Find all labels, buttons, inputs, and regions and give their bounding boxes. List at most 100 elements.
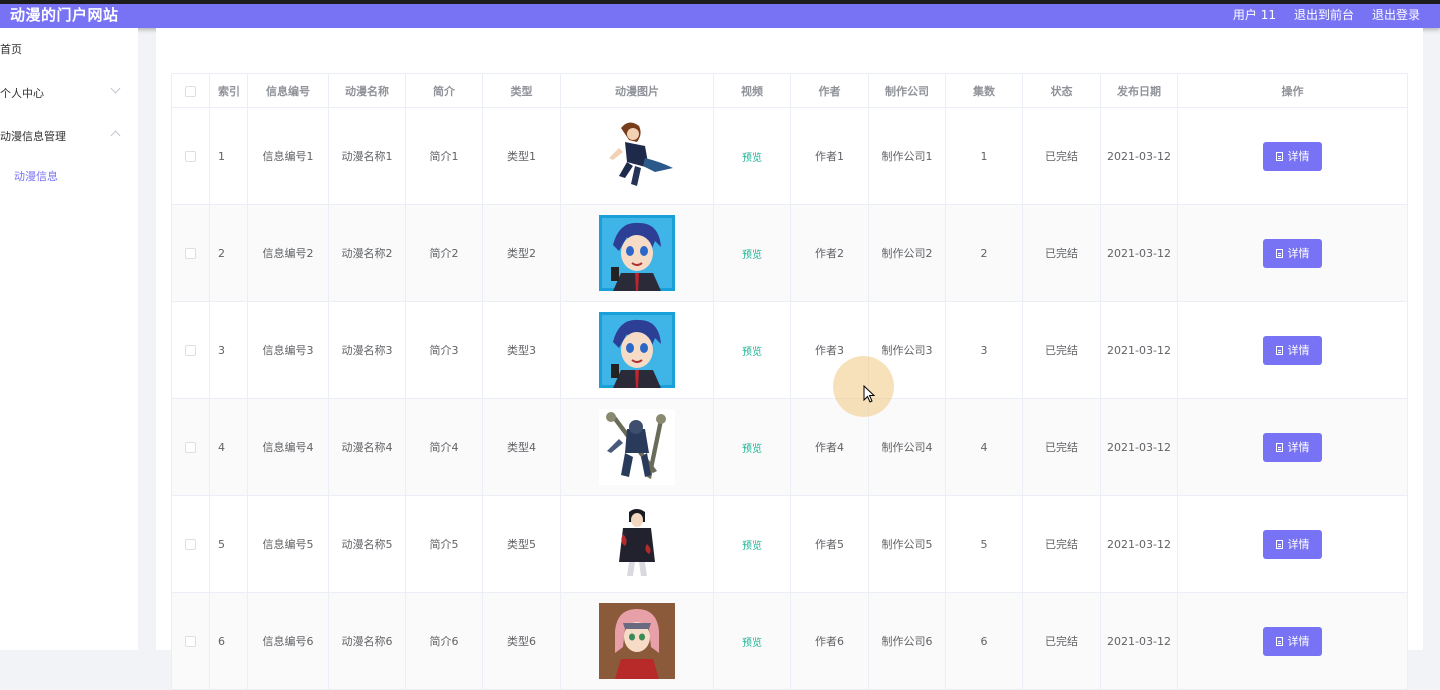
table-header-row: 索引 信息编号 动漫名称 简介 类型 动漫图片 视频 作者 制作公司 集数 状态… [171, 73, 1408, 108]
col-header-video: 视频 [713, 73, 791, 108]
detail-button[interactable]: 详情 [1263, 141, 1322, 171]
row-select-cell [171, 398, 210, 496]
cell-status: 已完结 [1022, 107, 1101, 205]
chevron-up-icon [110, 130, 121, 141]
cell-name: 动漫名称2 [328, 204, 406, 302]
cell-action: 详情 [1177, 398, 1408, 496]
cell-video: 预览 [713, 204, 791, 302]
cell-image [560, 107, 714, 205]
cell-intro: 简介3 [405, 301, 483, 399]
sidebar-item-personal[interactable]: 个人中心 [0, 83, 121, 101]
cell-episodes: 4 [945, 398, 1023, 496]
cell-index: 6 [209, 592, 248, 690]
table-row: 6 信息编号6 动漫名称6 简介6 类型6 预览 作者6 制作公司6 6 已完结… [171, 592, 1408, 690]
table-row: 4 信息编号4 动漫名称4 简介4 类型4 预览 作者4 制作公司4 4 已完结… [171, 398, 1408, 496]
cell-index: 4 [209, 398, 248, 496]
table-row: 1 信息编号1 动漫名称1 简介1 类型1 预览 作者1 制作公司1 1 已完结… [171, 107, 1408, 205]
document-icon [1275, 442, 1283, 452]
detail-button[interactable]: 详情 [1263, 626, 1322, 656]
cell-video: 预览 [713, 398, 791, 496]
anime-character-woman-icon[interactable] [599, 118, 675, 194]
detail-button[interactable]: 详情 [1263, 335, 1322, 365]
cell-image [560, 204, 714, 302]
cell-author: 作者5 [790, 495, 869, 593]
cell-author: 作者2 [790, 204, 869, 302]
cell-image [560, 301, 714, 399]
cell-company: 制作公司2 [868, 204, 946, 302]
video-preview-link[interactable]: 预览 [742, 250, 762, 261]
current-user: 用户 11 [1232, 8, 1276, 22]
cell-video: 预览 [713, 495, 791, 593]
cell-index: 3 [209, 301, 248, 399]
anime-boy-card-icon[interactable] [599, 312, 675, 388]
cell-author: 作者6 [790, 592, 869, 690]
row-select-cell [171, 495, 210, 593]
row-checkbox[interactable] [185, 442, 196, 453]
video-preview-link[interactable]: 预览 [742, 541, 762, 552]
sidebar-item-label: 首页 [0, 43, 22, 56]
pink-hair-girl-icon[interactable] [599, 603, 675, 679]
cloaked-ninja-icon[interactable] [599, 506, 675, 582]
cell-date: 2021-03-12 [1100, 301, 1178, 399]
sidebar-item-label: 动漫信息管理 [0, 130, 66, 143]
cell-type: 类型5 [482, 495, 561, 593]
row-checkbox[interactable] [185, 151, 196, 162]
col-header-code: 信息编号 [247, 73, 329, 108]
detail-button[interactable]: 详情 [1263, 238, 1322, 268]
site-title: 动漫的门户网站 [10, 6, 119, 24]
video-preview-link[interactable]: 预览 [742, 444, 762, 455]
cell-company: 制作公司4 [868, 398, 946, 496]
exit-to-front-link[interactable]: 退出到前台 [1294, 4, 1354, 26]
row-checkbox[interactable] [185, 345, 196, 356]
document-icon [1275, 539, 1283, 549]
cell-intro: 简介6 [405, 592, 483, 690]
row-checkbox[interactable] [185, 248, 196, 259]
cell-date: 2021-03-12 [1100, 592, 1178, 690]
col-header-company: 制作公司 [868, 73, 946, 108]
anime-boy-card-icon[interactable] [599, 215, 675, 291]
cell-date: 2021-03-12 [1100, 107, 1178, 205]
cell-index: 2 [209, 204, 248, 302]
cell-status: 已完结 [1022, 495, 1101, 593]
cell-video: 预览 [713, 301, 791, 399]
cell-intro: 简介5 [405, 495, 483, 593]
sidebar: 首页 个人中心 动漫信息管理 动漫信息 [0, 28, 138, 650]
select-all-cell [171, 73, 210, 108]
cell-name: 动漫名称6 [328, 592, 406, 690]
top-actions: 用户 11 退出到前台 退出登录 [1233, 4, 1420, 26]
select-all-checkbox[interactable] [185, 85, 196, 97]
cell-code: 信息编号2 [247, 204, 329, 302]
detail-button-label: 详情 [1287, 344, 1310, 357]
detail-button-label: 详情 [1287, 538, 1310, 551]
document-icon [1275, 248, 1283, 258]
cell-status: 已完结 [1022, 592, 1101, 690]
sidebar-item-anime-info[interactable]: 动漫信息 [14, 168, 58, 184]
cell-type: 类型3 [482, 301, 561, 399]
document-icon [1275, 345, 1283, 355]
table-row: 2 信息编号2 动漫名称2 简介2 类型2 预览 作者2 制作公司2 2 已完结… [171, 204, 1408, 302]
cell-name: 动漫名称4 [328, 398, 406, 496]
video-preview-link[interactable]: 预览 [742, 153, 762, 164]
col-header-date: 发布日期 [1100, 73, 1178, 108]
video-preview-link[interactable]: 预览 [742, 347, 762, 358]
sidebar-item-anime-mgmt[interactable]: 动漫信息管理 [0, 128, 121, 144]
cell-type: 类型6 [482, 592, 561, 690]
detail-button[interactable]: 详情 [1263, 529, 1322, 559]
row-checkbox[interactable] [185, 636, 196, 647]
detail-button-label: 详情 [1287, 247, 1310, 260]
cell-image [560, 398, 714, 496]
video-preview-link[interactable]: 预览 [742, 638, 762, 649]
detail-button[interactable]: 详情 [1263, 432, 1322, 462]
chevron-down-icon [110, 83, 121, 94]
cell-date: 2021-03-12 [1100, 204, 1178, 302]
row-checkbox[interactable] [185, 539, 196, 550]
cell-intro: 简介1 [405, 107, 483, 205]
col-header-index: 索引 [209, 73, 248, 108]
armored-warrior-icon[interactable] [599, 409, 675, 485]
cell-code: 信息编号5 [247, 495, 329, 593]
logout-link[interactable]: 退出登录 [1372, 4, 1420, 26]
col-header-name: 动漫名称 [328, 73, 406, 108]
sidebar-item-home[interactable]: 首页 [0, 41, 22, 57]
cell-episodes: 5 [945, 495, 1023, 593]
cell-intro: 简介2 [405, 204, 483, 302]
